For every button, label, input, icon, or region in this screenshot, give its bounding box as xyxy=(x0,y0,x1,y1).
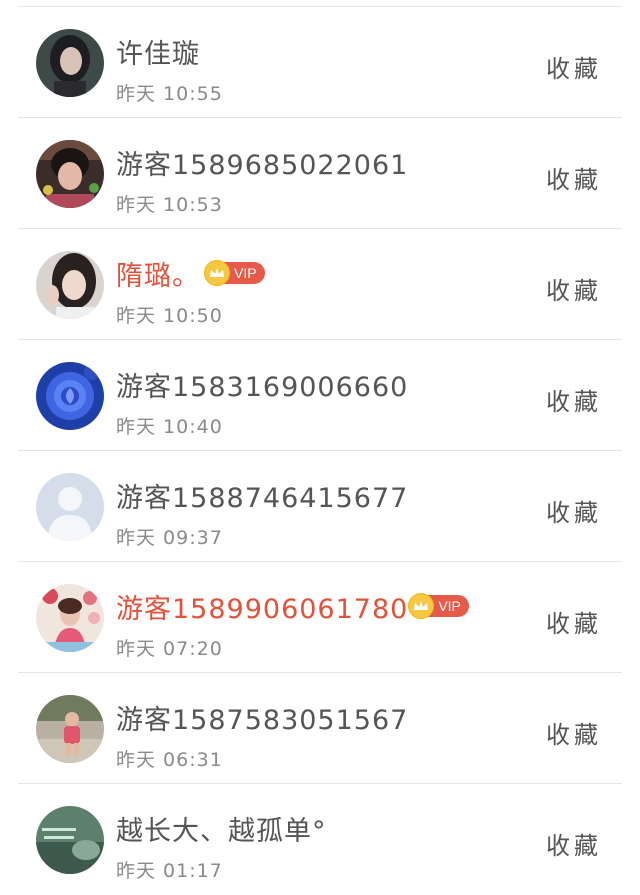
avatar[interactable] xyxy=(36,806,104,874)
woman-portrait-avatar-icon xyxy=(36,140,104,208)
vip-label: VIP xyxy=(234,265,257,281)
visit-time: 昨天 10:50 xyxy=(116,305,223,327)
visit-time: 昨天 01:17 xyxy=(116,860,223,882)
user-name: 许佳璇 xyxy=(116,38,200,70)
blue-rose-avatar-icon xyxy=(36,362,104,430)
list-item[interactable]: 游客1583169006660 昨天 10:40 收藏 xyxy=(0,340,640,451)
vip-label: VIP xyxy=(438,598,461,614)
avatar[interactable] xyxy=(36,695,104,763)
avatar[interactable] xyxy=(36,473,104,541)
list-item[interactable]: 游客1589906061780 VIP 昨天 07:20 收藏 xyxy=(0,562,640,673)
avatar[interactable] xyxy=(36,584,104,652)
favorite-button[interactable]: 收藏 xyxy=(546,715,602,750)
avatar[interactable] xyxy=(36,140,104,208)
woman-selfie-avatar-icon xyxy=(36,251,104,319)
favorite-button[interactable]: 收藏 xyxy=(546,382,602,417)
list-item[interactable]: 越长大、越孤单° 昨天 01:17 收藏 xyxy=(0,784,640,895)
list-item[interactable]: 许佳璇 昨天 10:55 收藏 xyxy=(0,7,640,118)
text-image-avatar-icon xyxy=(36,806,104,874)
avatar[interactable] xyxy=(36,362,104,430)
user-name: 游客1589685022061 xyxy=(116,149,409,181)
vip-badge: VIP xyxy=(204,260,265,286)
crown-icon xyxy=(204,260,230,286)
favorite-button[interactable]: 收藏 xyxy=(546,493,602,528)
woman-dark-hair-avatar-icon xyxy=(36,29,104,97)
user-name: 游客1587583051567 xyxy=(116,704,409,736)
default-user-avatar-icon xyxy=(36,473,104,541)
favorite-button[interactable]: 收藏 xyxy=(546,49,602,84)
visit-time: 昨天 10:53 xyxy=(116,194,223,216)
favorite-button[interactable]: 收藏 xyxy=(546,271,602,306)
visitor-list: 许佳璇 昨天 10:55 收藏 游客1589685022061 昨天 10:53… xyxy=(0,0,640,882)
visit-time: 昨天 10:40 xyxy=(116,416,223,438)
user-name: 游客1589906061780 xyxy=(116,593,409,625)
list-item[interactable]: 游客1587583051567 昨天 06:31 收藏 xyxy=(0,673,640,784)
favorite-button[interactable]: 收藏 xyxy=(546,826,602,861)
list-item[interactable]: 隋璐。 VIP 昨天 10:50 收藏 xyxy=(0,229,640,340)
list-item[interactable]: 游客1589685022061 昨天 10:53 收藏 xyxy=(0,118,640,229)
crown-icon xyxy=(408,593,435,619)
favorite-button[interactable]: 收藏 xyxy=(546,160,602,195)
woman-flowers-avatar-icon xyxy=(36,584,104,652)
vip-badge: VIP xyxy=(408,593,469,619)
avatar[interactable] xyxy=(36,251,104,319)
user-name: 越长大、越孤单° xyxy=(116,815,327,847)
favorite-button[interactable]: 收藏 xyxy=(546,604,602,639)
list-item[interactable]: 游客1588746415677 昨天 09:37 收藏 xyxy=(0,451,640,562)
visit-time: 昨天 09:37 xyxy=(116,527,223,549)
visit-time: 昨天 07:20 xyxy=(116,638,223,660)
user-name: 游客1583169006660 xyxy=(116,371,409,403)
visit-time: 昨天 10:55 xyxy=(116,83,223,105)
user-name: 隋璐。 xyxy=(116,260,200,292)
visit-time: 昨天 06:31 xyxy=(116,749,223,771)
child-outdoor-avatar-icon xyxy=(36,695,104,763)
avatar[interactable] xyxy=(36,29,104,97)
user-name: 游客1588746415677 xyxy=(116,482,409,514)
